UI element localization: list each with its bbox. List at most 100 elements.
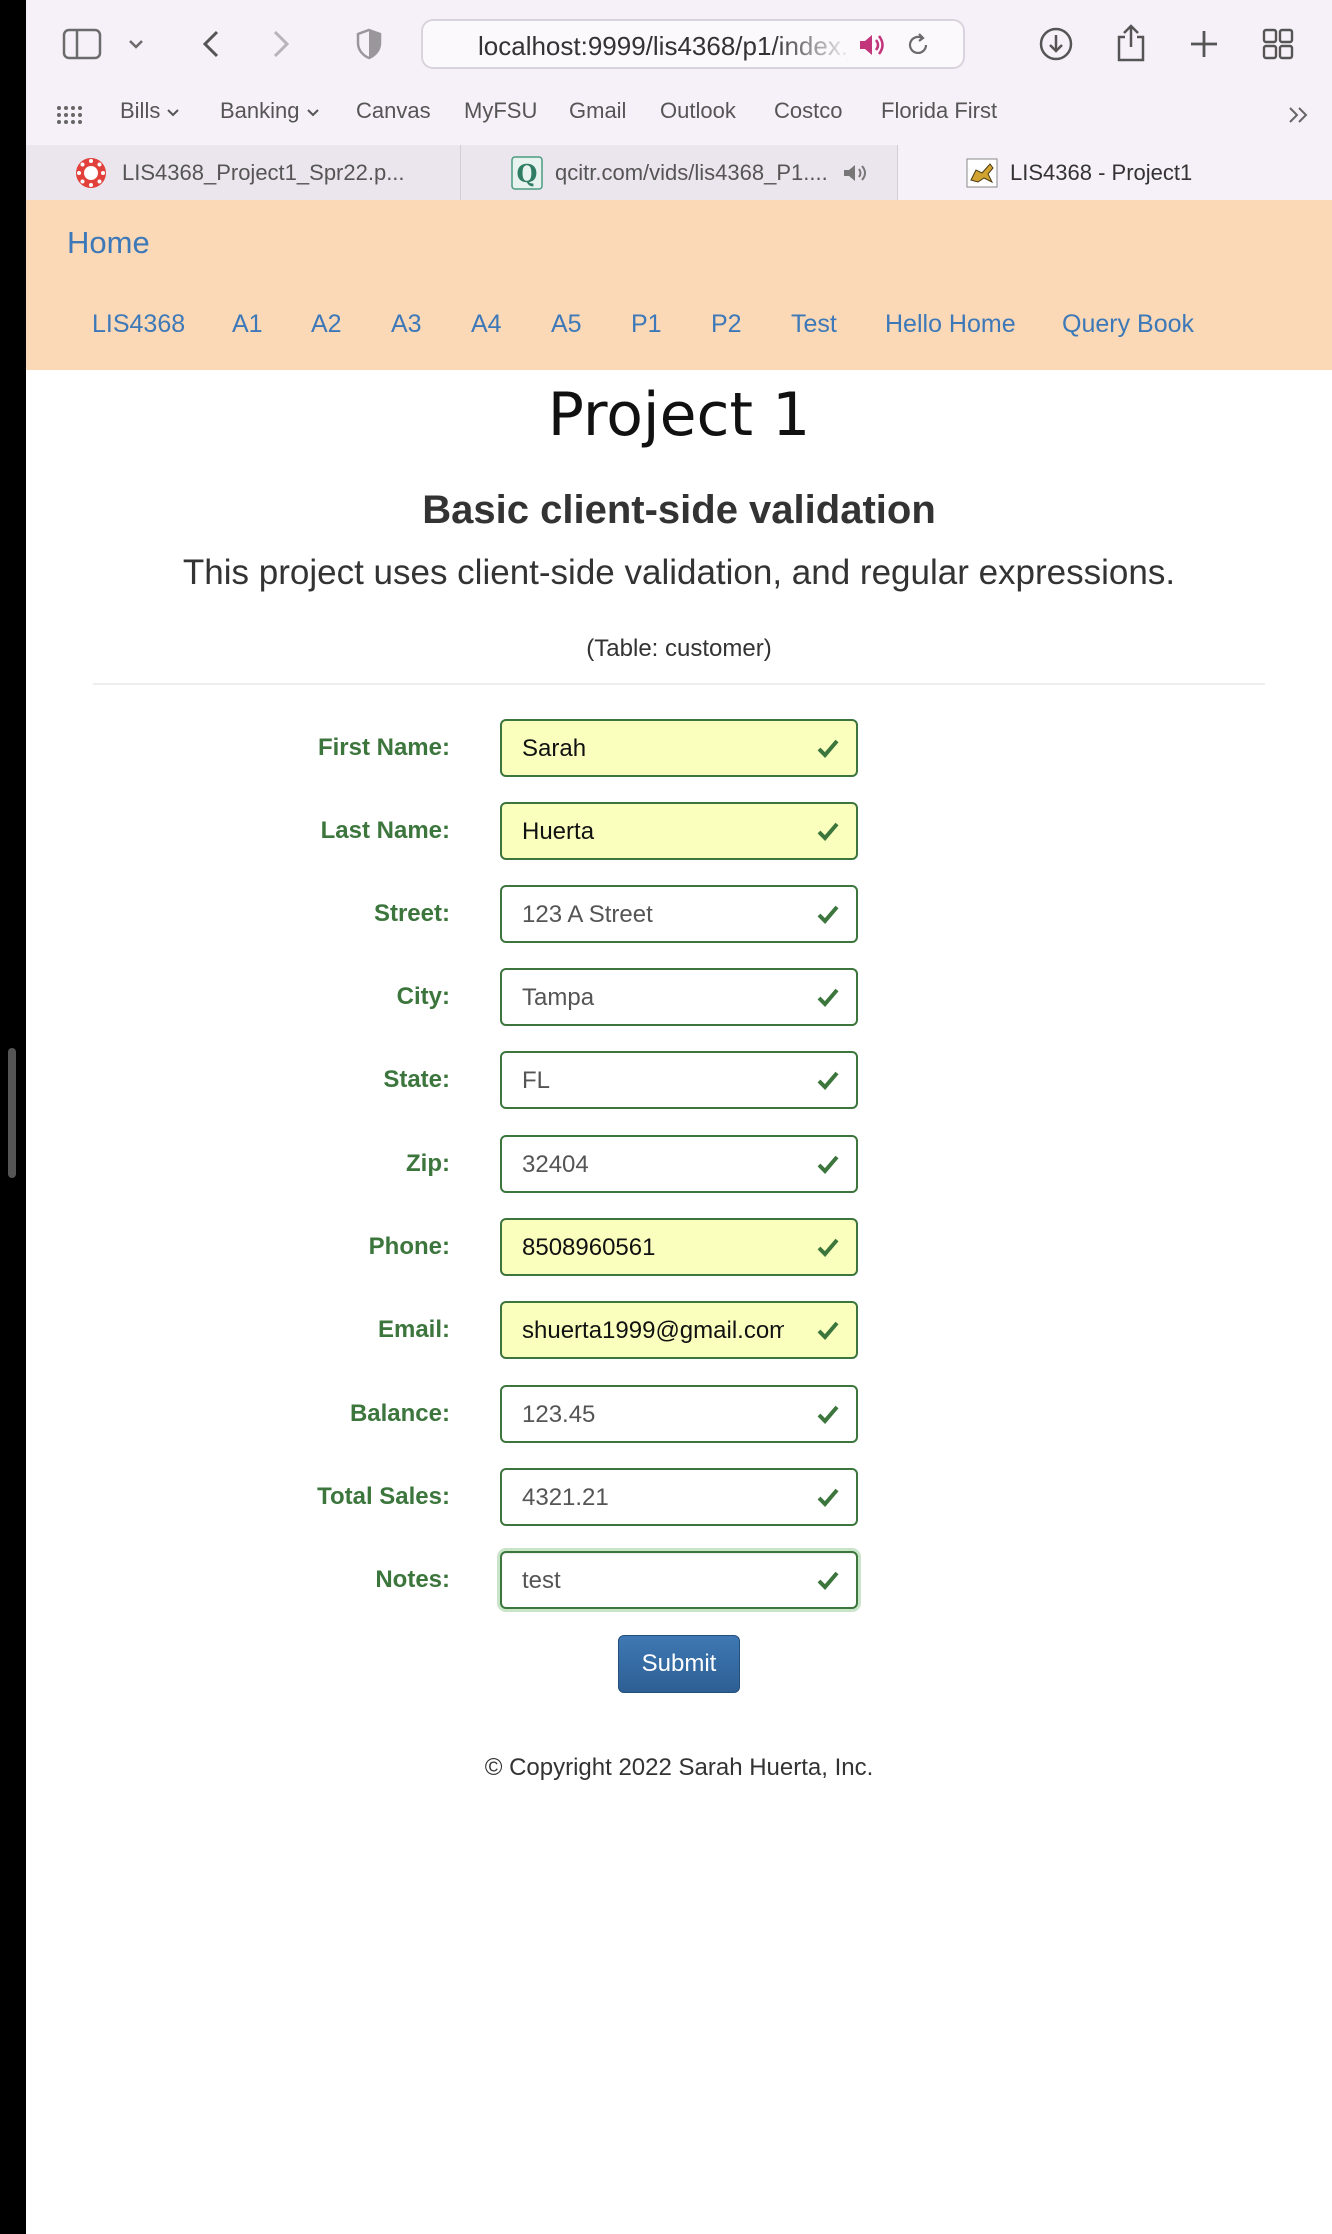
nav-item-a3[interactable]: A3 bbox=[391, 310, 422, 339]
apps-grid-icon[interactable] bbox=[54, 100, 84, 130]
balance-label: Balance: bbox=[349, 1400, 450, 1427]
tab-strip: LIS4368_Project1_Spr22.p... Q qcitr.com/… bbox=[26, 145, 1332, 200]
table-note: (Table: customer) bbox=[586, 635, 772, 662]
tab-project1-active[interactable]: LIS4368 - Project1 bbox=[898, 145, 1332, 200]
form-row-zip: Zip: 32404 bbox=[0, 1135, 1332, 1193]
more-bookmarks-icon[interactable] bbox=[1284, 102, 1314, 128]
share-icon[interactable] bbox=[1111, 22, 1151, 64]
first-name-label: First Name: bbox=[317, 734, 450, 761]
form-row-city: City: Tampa bbox=[0, 968, 1332, 1026]
state-input[interactable]: FL bbox=[500, 1051, 858, 1109]
notes-value: test bbox=[522, 1567, 561, 1594]
nav-item-a4[interactable]: A4 bbox=[471, 310, 502, 339]
nav-item-a2[interactable]: A2 bbox=[311, 310, 342, 339]
total-sales-label: Total Sales: bbox=[317, 1483, 450, 1510]
address-bar[interactable]: localhost:9999/lis4368/p1/index.jsp bbox=[421, 19, 965, 69]
form-row-first-name: First Name: Sarah bbox=[0, 719, 1332, 777]
valid-check-icon bbox=[817, 905, 839, 924]
nav-brand-home[interactable]: Home bbox=[67, 225, 150, 261]
bookmark-costco[interactable]: Costco bbox=[774, 98, 842, 124]
window-edge bbox=[0, 0, 26, 2234]
nav-item-lis4368[interactable]: LIS4368 bbox=[92, 310, 185, 339]
balance-input[interactable]: 123.45 bbox=[500, 1385, 858, 1443]
nav-item-query-book[interactable]: Query Book bbox=[1062, 310, 1194, 339]
city-value: Tampa bbox=[522, 984, 595, 1011]
nav-item-p1[interactable]: P1 bbox=[631, 310, 662, 339]
nav-item-p2[interactable]: P2 bbox=[711, 310, 742, 339]
form-row-last-name: Last Name: Huerta bbox=[0, 802, 1332, 860]
nav-item-test[interactable]: Test bbox=[791, 310, 837, 339]
tomcat-logo-icon bbox=[966, 158, 998, 188]
valid-check-icon bbox=[817, 739, 839, 758]
valid-check-icon bbox=[817, 1321, 839, 1340]
city-input[interactable]: Tampa bbox=[500, 968, 858, 1026]
valid-check-icon bbox=[817, 1488, 839, 1507]
browser-chrome: localhost:9999/lis4368/p1/index.jsp Bill… bbox=[26, 0, 1332, 200]
page-lead: This project uses client-side validation… bbox=[182, 553, 1176, 592]
speaker-icon bbox=[842, 162, 870, 184]
form-row-street: Street: 123 A Street bbox=[0, 885, 1332, 943]
chevron-down-icon bbox=[166, 98, 180, 124]
phone-label: Phone: bbox=[368, 1233, 450, 1260]
zip-label: Zip: bbox=[406, 1150, 450, 1177]
phone-value: 8508960561 bbox=[522, 1234, 656, 1261]
nav-item-a5[interactable]: A5 bbox=[551, 310, 582, 339]
last-name-value: Huerta bbox=[522, 818, 595, 845]
tab-overview-icon[interactable] bbox=[1260, 26, 1296, 62]
speaker-icon[interactable] bbox=[855, 30, 889, 60]
valid-check-icon bbox=[817, 988, 839, 1007]
total-sales-input[interactable]: 4321.21 bbox=[500, 1468, 858, 1526]
chevron-down-icon bbox=[306, 98, 320, 124]
bookmark-gmail[interactable]: Gmail bbox=[569, 98, 626, 124]
phone-input[interactable]: 8508960561 bbox=[500, 1218, 858, 1276]
valid-check-icon bbox=[817, 1238, 839, 1257]
divider bbox=[93, 683, 1265, 685]
bookmark-outlook[interactable]: Outlook bbox=[660, 98, 736, 124]
shield-icon[interactable] bbox=[354, 26, 384, 62]
forward-icon[interactable] bbox=[266, 26, 296, 62]
page-subtitle: Basic client-side validation bbox=[422, 488, 936, 532]
email-value: shuerta1999@gmail.com bbox=[522, 1317, 784, 1344]
state-label: State: bbox=[383, 1066, 450, 1093]
city-label: City: bbox=[396, 983, 450, 1010]
nav-item-a1[interactable]: A1 bbox=[232, 310, 263, 339]
first-name-value: Sarah bbox=[522, 735, 587, 762]
new-tab-icon[interactable] bbox=[1186, 26, 1222, 62]
first-name-input[interactable]: Sarah bbox=[500, 719, 858, 777]
total-sales-value: 4321.21 bbox=[522, 1484, 609, 1511]
submit-button[interactable]: Submit bbox=[618, 1635, 740, 1693]
valid-check-icon bbox=[817, 1571, 839, 1590]
svg-text:Q: Q bbox=[517, 159, 538, 188]
email-label: Email: bbox=[377, 1316, 450, 1343]
tab-project-pdf[interactable]: LIS4368_Project1_Spr22.p... bbox=[26, 145, 460, 200]
canvas-logo-icon bbox=[74, 156, 108, 190]
street-label: Street: bbox=[373, 900, 450, 927]
bookmark-florida-first[interactable]: Florida First bbox=[881, 98, 997, 124]
tab-qcitr-video[interactable]: Q qcitr.com/vids/lis4368_P1.... bbox=[461, 145, 897, 200]
page-title: Project 1 bbox=[547, 380, 811, 450]
zip-value: 32404 bbox=[522, 1151, 589, 1178]
nav-item-hello-home[interactable]: Hello Home bbox=[885, 310, 1016, 339]
notes-input[interactable]: test bbox=[500, 1551, 858, 1609]
valid-check-icon bbox=[817, 822, 839, 841]
bookmark-canvas[interactable]: Canvas bbox=[356, 98, 431, 124]
qcitr-logo-icon: Q bbox=[511, 155, 543, 190]
reload-icon[interactable] bbox=[903, 30, 933, 60]
street-input[interactable]: 123 A Street bbox=[500, 885, 858, 943]
street-value: 123 A Street bbox=[522, 901, 653, 928]
bookmark-myfsu[interactable]: MyFSU bbox=[464, 98, 537, 124]
zip-input[interactable]: 32404 bbox=[500, 1135, 858, 1193]
site-navbar: Home LIS4368 A1 A2 A3 A4 A5 P1 P2 Test H… bbox=[26, 200, 1332, 370]
form-row-notes: Notes: test bbox=[0, 1551, 1332, 1609]
notes-label: Notes: bbox=[375, 1566, 450, 1593]
back-icon[interactable] bbox=[196, 26, 226, 62]
form-row-balance: Balance: 123.45 bbox=[0, 1385, 1332, 1443]
sidebar-toggle-icon[interactable] bbox=[62, 26, 102, 62]
email-input[interactable]: shuerta1999@gmail.com bbox=[500, 1301, 858, 1359]
chevron-down-icon[interactable] bbox=[126, 34, 146, 54]
bookmark-banking[interactable]: Banking bbox=[220, 98, 320, 124]
last-name-input[interactable]: Huerta bbox=[500, 802, 858, 860]
bookmark-bills[interactable]: Bills bbox=[120, 98, 180, 124]
download-icon[interactable] bbox=[1036, 24, 1076, 64]
state-value: FL bbox=[522, 1067, 551, 1094]
